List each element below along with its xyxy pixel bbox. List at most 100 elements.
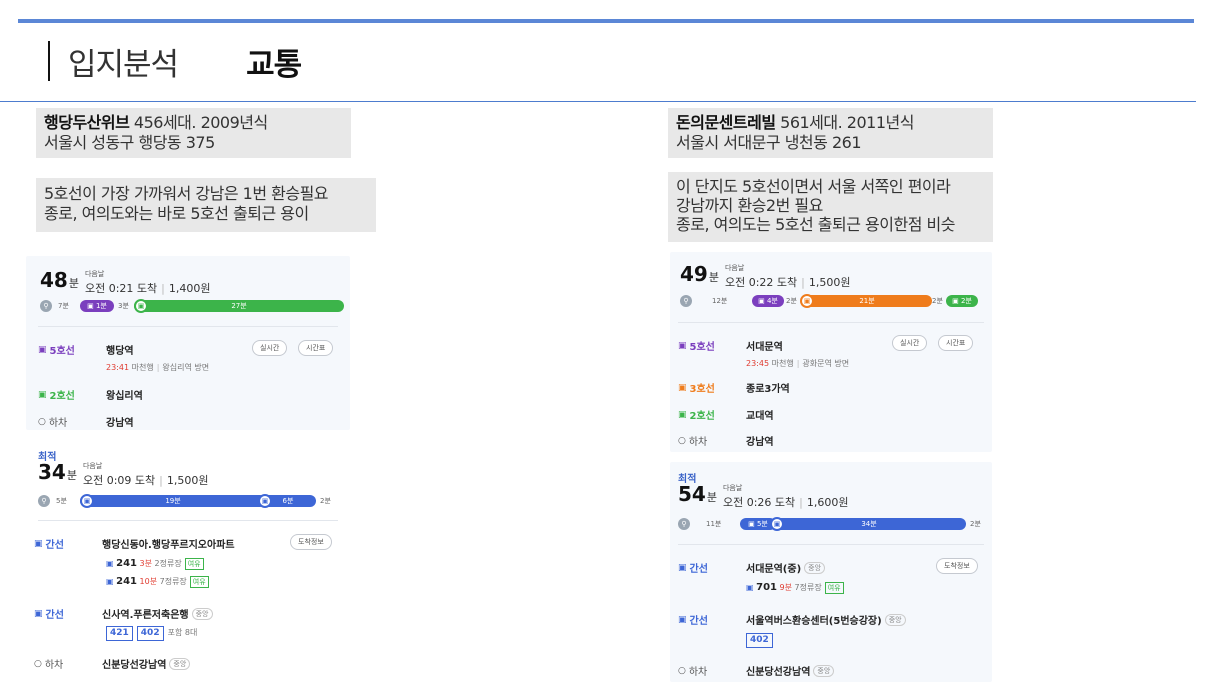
leg-row: ▣ 5호선 행당역 <box>38 342 134 358</box>
route-card[interactable]: 최적 54분 다음날 오전 0:26 도착 | 1,600원 ⚲ 11분 ▣ 5분 … <box>670 462 992 682</box>
apt-address: 서울시 서대문구 냉천동 261 <box>676 133 862 152</box>
route-header: 49분 다음날 오전 0:22 도착 | 1,500원 <box>680 262 851 289</box>
station-name: 왕십리역 <box>106 391 143 402</box>
route-summary: 다음날 오전 0:21 도착 | 1,400원 <box>84 270 211 295</box>
bus-list: 421 402 포함 8대 <box>106 626 197 641</box>
apt-info-box: 행당두산위브 456세대. 2009년식 서울시 성동구 행당동 375 <box>36 108 351 158</box>
route-card[interactable]: 최적 34분 다음날 오전 0:09 도착 | 1,500원 ⚲ 5분 19분 ▣ … <box>26 440 350 680</box>
subway-icon: ▣ <box>38 344 47 355</box>
line-tag: ▣ 간선 <box>678 562 708 576</box>
bus-arrival: ▣ 241 3분 2정류장 여유 <box>106 558 204 570</box>
walk-icon: ⚲ <box>40 300 52 312</box>
station-name: 교대역 <box>746 411 774 422</box>
apt-address: 서울시 성동구 행당동 375 <box>44 133 215 152</box>
route-card[interactable]: 48분 다음날 오전 0:21 도착 | 1,400원 ⚲ 7분 ▣ 1분 3분 2… <box>26 256 350 430</box>
line-tag: ○ 하차 <box>34 658 64 672</box>
realtime-button[interactable]: 실시간 <box>892 335 928 351</box>
divider <box>38 326 338 327</box>
station-name: 신사역.푸른저축은행 <box>102 610 189 621</box>
station-name: 강남역 <box>106 418 134 429</box>
realtime-button[interactable]: 실시간 <box>252 340 288 356</box>
total-minutes: 49분 <box>680 262 719 286</box>
route-summary: 다음날 오전 0:22 도착 | 1,500원 <box>724 264 851 289</box>
line-tag: ▣ 5호선 <box>38 344 75 358</box>
note-box: 5호선이 가장 가까워서 강남은 1번 환승필요 종로, 여의도와는 바로 5호… <box>36 178 376 232</box>
station-name: 서대문역 <box>746 342 783 353</box>
line-tag: ▣ 2호선 <box>678 409 715 423</box>
leg-row: ▣ 간선 서대문역(중) 중앙 <box>678 560 826 576</box>
top-rule <box>18 19 1194 23</box>
divider <box>38 520 338 521</box>
note-line: 강남까지 환승2번 필요 <box>676 196 823 215</box>
route-timeline: ⚲ 7분 ▣ 1분 3분 27분 ▣ <box>40 299 344 313</box>
line-tag: ▣ 간선 <box>34 538 64 552</box>
line-tag: ▣ 간선 <box>678 614 708 628</box>
segment-line5: ▣ 1분 <box>80 300 114 312</box>
leg-row: ○ 하차 강남역 <box>38 414 134 430</box>
circle-icon: ○ <box>678 435 686 446</box>
leg-row: ○ 하차 강남역 <box>678 433 774 449</box>
median-lane-tag: 중앙 <box>813 664 835 677</box>
station-name: 신분당선강남역 <box>746 667 811 678</box>
apt-name: 행당두산위브 <box>44 113 130 132</box>
route-header: 54분 다음날 오전 0:26 도착 | 1,600원 <box>678 482 849 509</box>
segment-line5: ▣ 4분 <box>752 295 784 307</box>
bus-icon: ▣ <box>106 559 114 568</box>
bus-number-tag[interactable]: 402 <box>136 626 164 641</box>
route-header: 34분 다음날 오전 0:09 도착 | 1,500원 <box>38 460 209 487</box>
bus-number-tag[interactable]: 421 <box>106 626 133 641</box>
subway-icon: ▣ <box>134 299 148 313</box>
bus-icon: ▣ <box>678 614 687 625</box>
leg-row: ○ 하차 신분당선강남역 중앙 <box>34 656 191 672</box>
note-line: 이 단지도 5호선이면서 서울 서쪽인 편이라 <box>676 177 951 196</box>
route-header: 48분 다음날 오전 0:21 도착 | 1,400원 <box>40 268 211 295</box>
circle-icon: ○ <box>38 416 46 427</box>
route-summary: 다음날 오전 0:09 도착 | 1,500원 <box>82 462 209 487</box>
subway-icon: ▣ <box>87 302 94 310</box>
walk-icon: ⚲ <box>38 495 50 507</box>
station-name: 강남역 <box>746 437 774 448</box>
median-lane-tag: 중앙 <box>191 607 213 620</box>
station-name: 행당역 <box>106 346 134 357</box>
subway-icon: ▣ <box>758 297 765 305</box>
subway-icon: ▣ <box>38 389 47 400</box>
circle-icon: ○ <box>678 665 686 676</box>
total-minutes: 34분 <box>38 460 77 484</box>
bus-list: 402 <box>746 633 777 648</box>
line-tag: ▣ 3호선 <box>678 382 715 396</box>
subway-icon: ▣ <box>678 409 687 420</box>
timetable-button[interactable]: 시간표 <box>938 335 974 351</box>
line-tag: ○ 하차 <box>678 435 708 449</box>
apt-info: 456세대. 2009년식 <box>129 113 268 132</box>
bus-arrival: ▣ 701 9분 7정류장 여유 <box>746 582 844 594</box>
segment-line3: 21분 <box>802 295 932 307</box>
topic-title: 교통 <box>246 46 302 83</box>
leg-row: ▣ 3호선 종로3가역 <box>678 380 790 396</box>
apt-name: 돈의문센트레빌 <box>676 113 776 132</box>
subway-icon: ▣ <box>800 294 814 308</box>
subway-icon: ▣ <box>678 340 687 351</box>
route-summary: 다음날 오전 0:26 도착 | 1,600원 <box>722 484 849 509</box>
arrival-info-button[interactable]: 도착정보 <box>936 558 978 574</box>
segment-bus: 19분 <box>80 495 266 507</box>
timetable-button[interactable]: 시간표 <box>298 340 334 356</box>
segment-line2: 27분 <box>134 300 344 312</box>
bus-icon: ▣ <box>106 577 114 586</box>
bus-icon: ▣ <box>678 562 687 573</box>
subway-icon: ▣ <box>678 382 687 393</box>
title-bar-mark <box>48 41 50 81</box>
walk-icon: ⚲ <box>678 518 690 530</box>
leg-row: ▣ 간선 행당신동아.행당푸르지오아파트 <box>34 536 235 552</box>
leg-row: ▣ 5호선 서대문역 <box>678 338 783 354</box>
bus-number-tag[interactable]: 402 <box>746 633 773 648</box>
line-tag: ▣ 2호선 <box>38 389 75 403</box>
leg-row: ▣ 간선 서울역버스환승센터(5번승강장) 중앙 <box>678 612 906 627</box>
station-name: 신분당선강남역 <box>102 660 167 671</box>
route-card[interactable]: 49분 다음날 오전 0:22 도착 | 1,500원 ⚲ 12분 ▣ 4분 2분 … <box>670 252 992 452</box>
apt-info-box: 돈의문센트레빌 561세대. 2011년식 서울시 서대문구 냉천동 261 <box>668 108 993 158</box>
section-title: 입지분석 <box>68 46 179 83</box>
station-name: 서울역버스환승센터(5번승강장) <box>746 616 882 627</box>
arrival-info-button[interactable]: 도착정보 <box>290 534 332 550</box>
station-name: 종로3가역 <box>746 384 790 395</box>
header-rule <box>0 101 1196 102</box>
